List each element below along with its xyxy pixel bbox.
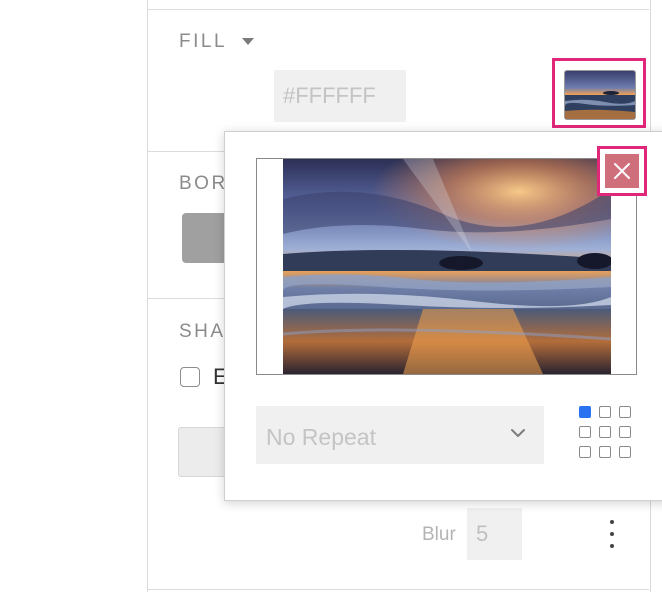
- divider: [147, 9, 649, 10]
- image-thumbnail-icon[interactable]: [564, 70, 636, 120]
- repeat-select[interactable]: No Repeat: [256, 406, 544, 464]
- position-bottom-center[interactable]: [599, 446, 611, 458]
- position-middle-right[interactable]: [619, 426, 631, 438]
- position-middle-center[interactable]: [599, 426, 611, 438]
- close-highlight: [597, 146, 647, 196]
- image-preview: [283, 159, 611, 374]
- chevron-down-icon: [511, 429, 525, 437]
- fill-section-title: FILL: [179, 31, 228, 52]
- image-position-grid: [579, 406, 637, 462]
- repeat-select-value: No Repeat: [266, 424, 376, 450]
- position-bottom-left[interactable]: [579, 446, 591, 458]
- shadow-section-title: SHA: [179, 321, 226, 342]
- close-icon[interactable]: [605, 154, 639, 188]
- more-options-icon[interactable]: [603, 518, 621, 552]
- border-section-title: BOR: [179, 173, 228, 194]
- chevron-down-icon[interactable]: [242, 38, 254, 45]
- divider: [147, 589, 649, 590]
- position-top-left[interactable]: [579, 406, 591, 418]
- position-top-right[interactable]: [619, 406, 631, 418]
- image-preview-frame: [256, 158, 637, 375]
- shadow-enable-checkbox[interactable]: [180, 367, 200, 387]
- fill-image-highlight: [552, 58, 646, 128]
- position-middle-left[interactable]: [579, 426, 591, 438]
- fill-color-input[interactable]: #FFFFFF: [274, 70, 406, 122]
- shadow-color-button[interactable]: [178, 427, 228, 477]
- position-bottom-right[interactable]: [619, 446, 631, 458]
- position-top-center[interactable]: [599, 406, 611, 418]
- blur-input[interactable]: 5: [467, 508, 522, 560]
- image-fill-popover: No Repeat: [224, 131, 662, 501]
- blur-label: Blur: [422, 524, 456, 545]
